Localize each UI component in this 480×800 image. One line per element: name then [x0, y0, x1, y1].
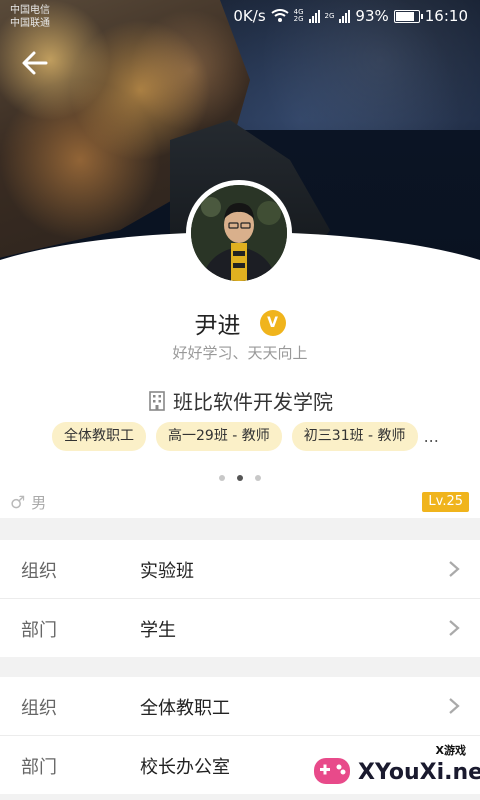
profile-name: 尹进 — [194, 313, 241, 339]
network-type-2: 2G — [324, 12, 335, 20]
tags-more[interactable]: ... — [424, 427, 439, 446]
carrier-2: 中国联通 — [10, 18, 50, 29]
page-dot — [255, 475, 261, 481]
info-row-organization[interactable]: 组织 实验班 — [0, 540, 480, 599]
school-name: 班比软件开发学院 — [173, 390, 333, 414]
row-value: 学生 — [140, 620, 176, 641]
tag-chip[interactable]: 全体教职工 — [52, 422, 146, 451]
school-row: 班比软件开发学院 — [0, 386, 480, 415]
wifi-icon — [271, 9, 289, 22]
chevron-right-icon — [449, 698, 460, 714]
tag-chip[interactable]: 高一29班 - 教师 — [156, 422, 282, 451]
row-label: 部门 — [21, 620, 57, 641]
back-arrow-icon[interactable] — [20, 48, 50, 78]
row-label: 组织 — [21, 698, 57, 719]
carrier-1: 中国电信 — [10, 5, 50, 16]
network-type-1b: 2G — [293, 15, 304, 23]
row-label: 部门 — [21, 757, 57, 778]
gender-label: 男 — [31, 494, 47, 512]
gamepad-logo-icon — [314, 758, 350, 784]
gender-info: ♂ 男 — [10, 492, 46, 513]
tag-list: 全体教职工 高一29班 - 教师 初三31班 - 教师 ... — [52, 422, 439, 451]
chevron-right-icon — [449, 561, 460, 577]
battery-percent: 93% — [355, 7, 389, 25]
watermark: X游戏 XYouXi.net — [308, 738, 480, 796]
avatar[interactable] — [186, 180, 292, 286]
page-dot-active — [237, 475, 243, 481]
network-speed: 0K/s — [233, 7, 266, 25]
status-bar: 中国电信 中国联通 0K/s 4G 2G 2G 93% 16:10 — [0, 0, 480, 34]
battery-icon — [393, 9, 423, 23]
row-value: 实验班 — [140, 561, 194, 582]
male-icon: ♂ — [10, 493, 26, 513]
level-badge: Lv.25 — [422, 492, 469, 512]
row-label: 组织 — [21, 561, 57, 582]
building-icon — [149, 391, 165, 411]
page-indicator — [0, 466, 480, 485]
clock: 16:10 — [424, 7, 468, 25]
verified-badge-icon: V — [259, 310, 286, 336]
row-value: 校长办公室 — [140, 757, 230, 778]
info-row-department[interactable]: 部门 学生 — [0, 599, 480, 657]
info-row-organization[interactable]: 组织 全体教职工 — [0, 677, 480, 736]
signal-icon-2 — [339, 9, 351, 23]
signal-icon — [308, 9, 320, 23]
tag-chip[interactable]: 初三31班 - 教师 — [291, 422, 418, 451]
carrier-info: 中国电信 中国联通 — [10, 4, 50, 30]
avatar-photo — [191, 185, 287, 281]
page-dot — [219, 475, 225, 481]
chevron-right-icon — [449, 620, 460, 636]
info-card-1: 组织 实验班 部门 学生 — [0, 540, 480, 657]
watermark-text: XYouXi.net — [358, 760, 480, 785]
watermark-small: X游戏 — [435, 744, 466, 757]
profile-motto: 好好学习、天天向上 — [172, 344, 308, 362]
row-value: 全体教职工 — [140, 698, 230, 719]
